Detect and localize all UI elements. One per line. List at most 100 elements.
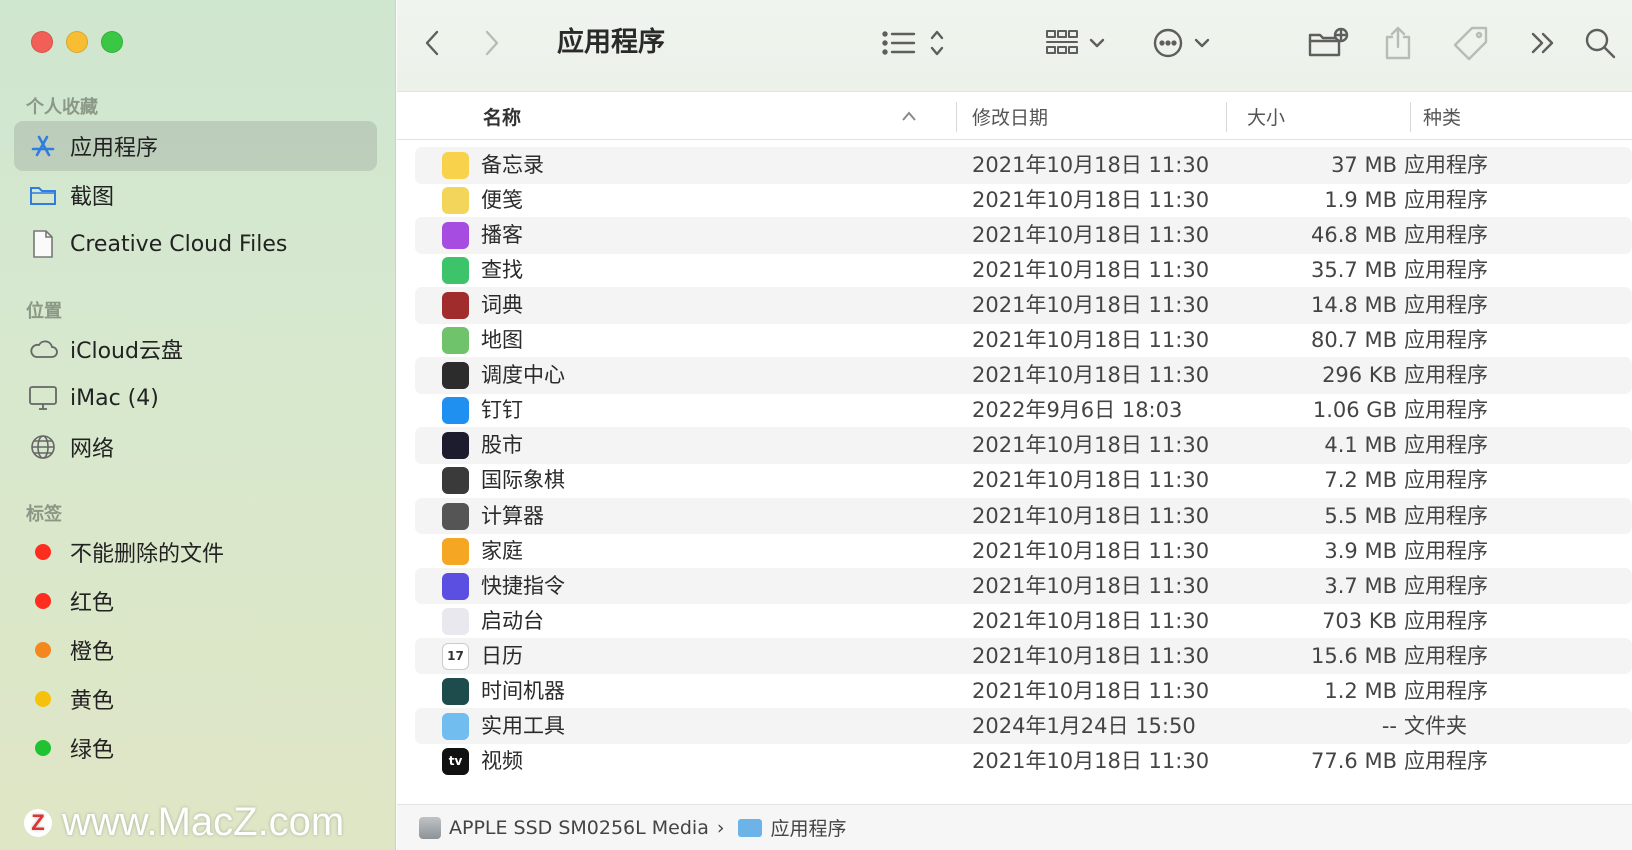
window-controls	[31, 31, 123, 53]
sidebar-item-network[interactable]: 网络	[14, 422, 377, 472]
file-kind: 应用程序	[1404, 328, 1488, 353]
column-divider[interactable]	[1226, 102, 1227, 132]
folder-icon	[28, 180, 58, 210]
file-row[interactable]: 便笺 2021年10月18日 11:30 1.9 MB 应用程序	[415, 182, 1632, 219]
sidebar-item-imac[interactable]: iMac (4)	[14, 373, 377, 423]
file-name: 调度中心	[481, 363, 565, 388]
sidebar-tag-item[interactable]: 红色	[14, 576, 377, 626]
file-row[interactable]: 调度中心 2021年10月18日 11:30 296 KB 应用程序	[415, 357, 1632, 394]
file-row[interactable]: 词典 2021年10月18日 11:30 14.8 MB 应用程序	[415, 287, 1632, 324]
watermark-text: www.MacZ.com	[62, 800, 345, 844]
sidebar-tag-item[interactable]: 黄色	[14, 674, 377, 724]
column-modified[interactable]: 修改日期	[972, 92, 1048, 140]
file-size: 296 KB	[1322, 363, 1397, 388]
utilities-folder-icon	[442, 712, 469, 740]
column-divider[interactable]	[1410, 102, 1411, 132]
applications-folder-icon	[738, 818, 763, 837]
file-name: 视频	[481, 748, 523, 773]
macz-logo-icon: Z	[24, 808, 52, 837]
sidebar-item-creative-cloud[interactable]: Creative Cloud Files	[14, 219, 377, 269]
sidebar-item-applications[interactable]: 应用程序	[14, 121, 377, 171]
file-row[interactable]: 计算器 2021年10月18日 11:30 5.5 MB 应用程序	[415, 497, 1632, 534]
sidebar-tag-item[interactable]: 橙色	[14, 625, 377, 675]
file-name: 日历	[481, 643, 523, 668]
file-row[interactable]: 钉钉 2022年9月6日 18:03 1.06 GB 应用程序	[415, 392, 1632, 429]
share-icon	[1385, 26, 1411, 60]
action-menu-button[interactable]	[1152, 22, 1218, 64]
file-name: 查找	[481, 258, 523, 283]
file-row[interactable]: 股市 2021年10月18日 11:30 4.1 MB 应用程序	[415, 427, 1632, 464]
sidebar-item-screenshots[interactable]: 截图	[14, 170, 377, 220]
file-row[interactable]: 备忘录 2021年10月18日 11:30 37 MB 应用程序	[415, 147, 1632, 184]
new-folder-button[interactable]	[1306, 22, 1350, 64]
file-modified: 2021年10月18日 11:30	[972, 223, 1210, 248]
sidebar-item-label: 截图	[70, 185, 115, 210]
sidebar-tag-item[interactable]: 绿色	[14, 723, 377, 773]
grid-group-icon	[1046, 30, 1105, 54]
dingtalk-icon	[442, 397, 469, 425]
sidebar-item-icloud[interactable]: iCloud云盘	[14, 324, 377, 374]
file-modified: 2021年10月18日 11:30	[972, 748, 1210, 773]
file-row[interactable]: 快捷指令 2021年10月18日 11:30 3.7 MB 应用程序	[415, 567, 1632, 605]
file-row[interactable]: 地图 2021年10月18日 11:30 80.7 MB 应用程序	[415, 322, 1632, 359]
toolbar-overflow-button[interactable]	[1526, 22, 1560, 64]
group-button[interactable]	[1044, 22, 1112, 64]
tag-button[interactable]	[1450, 22, 1492, 64]
column-divider[interactable]	[956, 102, 957, 132]
file-modified: 2021年10月18日 11:30	[972, 153, 1210, 177]
file-kind: 应用程序	[1404, 258, 1488, 283]
file-size: 35.7 MB	[1311, 258, 1397, 283]
sidebar: 个人收藏 应用程序 截图 Creative Cloud Files 位置 iCl…	[0, 0, 396, 850]
file-kind: 应用程序	[1404, 678, 1488, 703]
document-icon	[28, 229, 58, 259]
file-modified: 2021年10月18日 11:30	[972, 573, 1210, 598]
file-name: 家庭	[481, 538, 523, 563]
column-kind[interactable]: 种类	[1423, 92, 1461, 140]
file-row[interactable]: 17 日历 2021年10月18日 11:30 15.6 MB 应用程序	[415, 637, 1632, 675]
file-kind: 应用程序	[1404, 363, 1488, 388]
file-kind: 应用程序	[1404, 573, 1488, 598]
file-row[interactable]: 查找 2021年10月18日 11:30 35.7 MB 应用程序	[415, 252, 1632, 289]
column-name[interactable]: 名称	[483, 92, 521, 140]
sidebar-item-label: iMac (4)	[70, 385, 159, 411]
file-row[interactable]: tv 视频 2021年10月18日 11:30 77.6 MB 应用程序	[415, 743, 1632, 780]
file-size: 14.8 MB	[1311, 293, 1397, 318]
file-row[interactable]: 时间机器 2021年10月18日 11:30 1.2 MB 应用程序	[415, 673, 1632, 710]
stickies-icon	[442, 187, 469, 215]
file-list[interactable]: 备忘录 2021年10月18日 11:30 37 MB 应用程序 便笺 2021年10月1…	[397, 140, 1632, 804]
file-modified: 2021年10月18日 11:30	[972, 258, 1210, 283]
file-row[interactable]: 家庭 2021年10月18日 11:30 3.9 MB 应用程序	[415, 533, 1632, 570]
column-size[interactable]: 大小	[1247, 92, 1285, 140]
file-row[interactable]: 启动台 2021年10月18日 11:30 703 KB 应用程序	[415, 603, 1632, 640]
file-row[interactable]: 实用工具 2024年1月24日 15:50 -- 文件夹	[415, 707, 1632, 745]
view-list-button[interactable]	[880, 22, 950, 64]
minimize-button[interactable]	[66, 31, 88, 53]
tag-color-dot-icon	[35, 593, 51, 609]
file-modified: 2021年10月18日 11:30	[972, 468, 1210, 493]
file-size: 3.9 MB	[1324, 538, 1397, 563]
file-size: --	[1381, 713, 1397, 738]
file-size: 46.8 MB	[1311, 223, 1397, 248]
cloud-icon	[28, 334, 58, 364]
file-row[interactable]: 国际象棋 2021年10月18日 11:30 7.2 MB 应用程序	[415, 462, 1632, 499]
file-modified: 2021年10月18日 11:30	[972, 643, 1210, 668]
file-row[interactable]: 播客 2021年10月18日 11:30 46.8 MB 应用程序	[415, 217, 1632, 254]
more-ellipsis-icon	[1153, 28, 1210, 58]
path-folder[interactable]: 应用程序	[770, 814, 846, 841]
back-button[interactable]	[417, 22, 447, 64]
file-kind: 应用程序	[1404, 293, 1488, 318]
search-button[interactable]	[1582, 22, 1618, 64]
zoom-button[interactable]	[101, 31, 123, 53]
sidebar-item-label: iCloud云盘	[70, 339, 183, 364]
share-button[interactable]	[1378, 22, 1418, 64]
file-kind: 应用程序	[1404, 223, 1488, 248]
sort-ascending-icon[interactable]	[901, 92, 917, 140]
path-disk[interactable]: APPLE SSD SM0256L Media	[449, 817, 709, 839]
file-size: 1.06 GB	[1312, 398, 1397, 423]
file-name: 实用工具	[481, 713, 565, 738]
file-size: 1.9 MB	[1324, 188, 1397, 213]
sidebar-tag-item[interactable]: 不能删除的文件	[14, 527, 377, 577]
close-button[interactable]	[31, 31, 53, 53]
file-modified: 2021年10月18日 11:30	[972, 328, 1210, 353]
forward-button[interactable]	[477, 22, 507, 64]
